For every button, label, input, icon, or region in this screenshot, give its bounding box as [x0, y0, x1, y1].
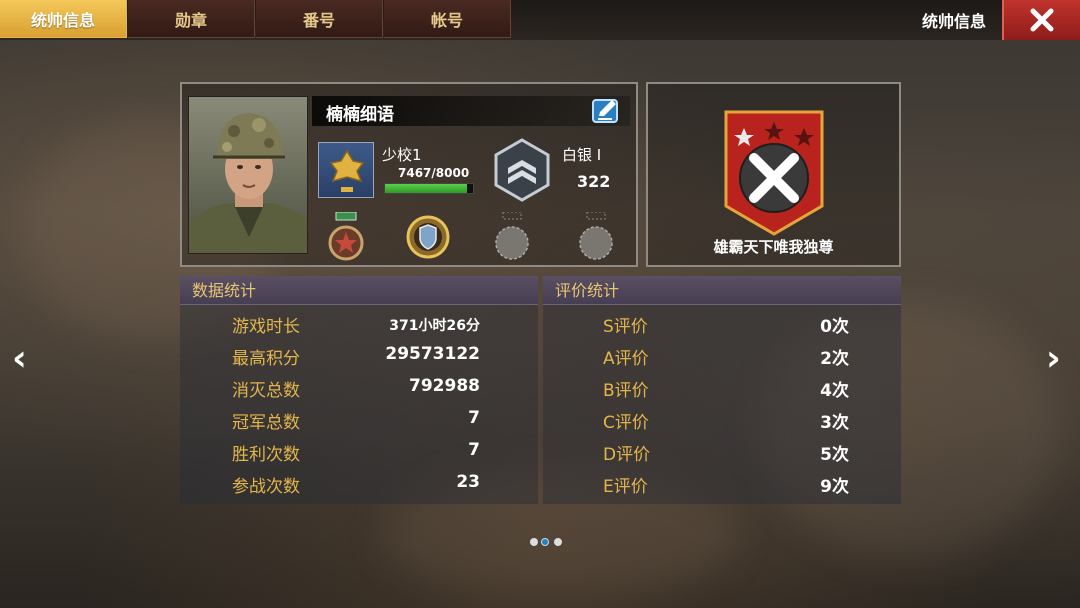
close-button[interactable] — [1002, 0, 1080, 40]
tier-emblem — [492, 138, 552, 202]
data-stats-header: 数据统计 — [180, 276, 538, 305]
rank-insignia — [318, 142, 374, 198]
table-row: B评价 4次 — [543, 376, 901, 406]
medal-slot-2[interactable] — [406, 212, 450, 262]
table-row: 游戏时长 371小时26分 — [180, 312, 538, 342]
empty-medal-slot-icon — [495, 211, 529, 260]
name-bar: 楠楠细语 — [312, 96, 630, 126]
page-dot[interactable] — [554, 538, 562, 546]
row-label: B评价 — [603, 381, 649, 401]
row-label: 游戏时长 — [232, 317, 300, 337]
player-name: 楠楠细语 — [326, 105, 394, 125]
row-value: 4次 — [820, 381, 849, 401]
table-row: C评价 3次 — [543, 408, 901, 438]
row-label: D评价 — [603, 445, 651, 465]
row-label: S评价 — [603, 317, 648, 337]
row-value: 792988 — [409, 376, 480, 396]
table-row: A评价 2次 — [543, 344, 901, 374]
xp-text: 7467/8000 — [398, 166, 470, 180]
edit-icon — [592, 99, 618, 123]
tab-account[interactable]: 帐号 — [384, 0, 511, 38]
medal-slot-1[interactable] — [324, 211, 368, 262]
row-value: 5次 — [820, 445, 849, 465]
table-row: 参战次数 23 — [180, 472, 538, 502]
row-label: C评价 — [603, 413, 649, 433]
next-page-button[interactable]: › — [1046, 338, 1061, 379]
row-value: 7 — [468, 408, 480, 428]
table-row: D评价 5次 — [543, 440, 901, 470]
tier-score: 322 — [577, 172, 611, 191]
row-value: 9次 — [820, 477, 849, 497]
row-label: 胜利次数 — [232, 445, 300, 465]
row-value: 2次 — [820, 349, 849, 369]
oak-leaf-rank-icon — [329, 149, 365, 192]
silver-chevron-icon — [494, 138, 550, 202]
close-icon — [1030, 8, 1054, 32]
table-row: E评价 9次 — [543, 472, 901, 502]
row-label: 冠军总数 — [232, 413, 300, 433]
badge-title: 雄霸天下唯我独尊 — [713, 238, 834, 256]
tier-name: 白银 I — [562, 146, 602, 164]
row-value: 371小时26分 — [389, 318, 480, 334]
row-value: 7 — [468, 440, 480, 460]
row-value: 23 — [456, 472, 480, 492]
tab-medals[interactable]: 勋章 — [128, 0, 255, 38]
medal-slot-4[interactable] — [574, 211, 618, 262]
title-badge[interactable] — [722, 110, 826, 236]
table-row: 最高积分 29573122 — [180, 344, 538, 374]
title-badge-panel: 雄霸天下唯我独尊 — [646, 82, 901, 267]
prev-page-button[interactable]: ‹ — [12, 338, 27, 379]
rating-stats-header: 评价统计 — [543, 276, 901, 305]
xp-progress-bar — [384, 183, 474, 194]
star-medal-icon — [328, 211, 364, 261]
pagination-dots — [528, 536, 564, 548]
table-row: 冠军总数 7 — [180, 408, 538, 438]
edit-name-button[interactable] — [592, 97, 622, 124]
page-dot-active[interactable] — [541, 538, 549, 546]
row-value: 0次 — [820, 317, 849, 337]
row-value: 29573122 — [385, 344, 480, 364]
row-label: 最高积分 — [232, 349, 300, 369]
avatar[interactable] — [188, 96, 308, 254]
rating-stats-table: 评价统计 S评价 0次 A评价 2次 B评价 4次 C评价 3次 D评价 5次 … — [543, 276, 901, 504]
xp-progress-fill — [385, 184, 468, 193]
page-title: 统帅信息 — [921, 12, 986, 31]
tab-commander-info[interactable]: 统帅信息 — [0, 0, 127, 38]
table-row: S评价 0次 — [543, 312, 901, 342]
table-row: 胜利次数 7 — [180, 440, 538, 470]
row-label: A评价 — [603, 349, 649, 369]
medal-slot-3[interactable] — [490, 211, 534, 262]
row-label: E评价 — [603, 477, 648, 497]
page-dot[interactable] — [530, 538, 538, 546]
tab-designation[interactable]: 番号 — [256, 0, 383, 38]
table-row: 消灭总数 792988 — [180, 376, 538, 406]
row-value: 3次 — [820, 413, 849, 433]
rank-name: 少校1 — [382, 146, 422, 164]
data-stats-table: 数据统计 游戏时长 371小时26分 最高积分 29573122 消灭总数 79… — [180, 276, 538, 504]
top-tab-bar: 统帅信息 勋章 番号 帐号 统帅信息 — [0, 0, 1080, 40]
row-label: 消灭总数 — [232, 381, 300, 401]
red-shield-x-icon — [724, 110, 824, 236]
shield-medal-icon — [406, 215, 450, 259]
row-label: 参战次数 — [232, 477, 300, 497]
profile-panel: 楠楠细语 少校1 7467/8000 白银 I 322 — [180, 82, 638, 267]
empty-medal-slot-icon — [579, 211, 613, 260]
